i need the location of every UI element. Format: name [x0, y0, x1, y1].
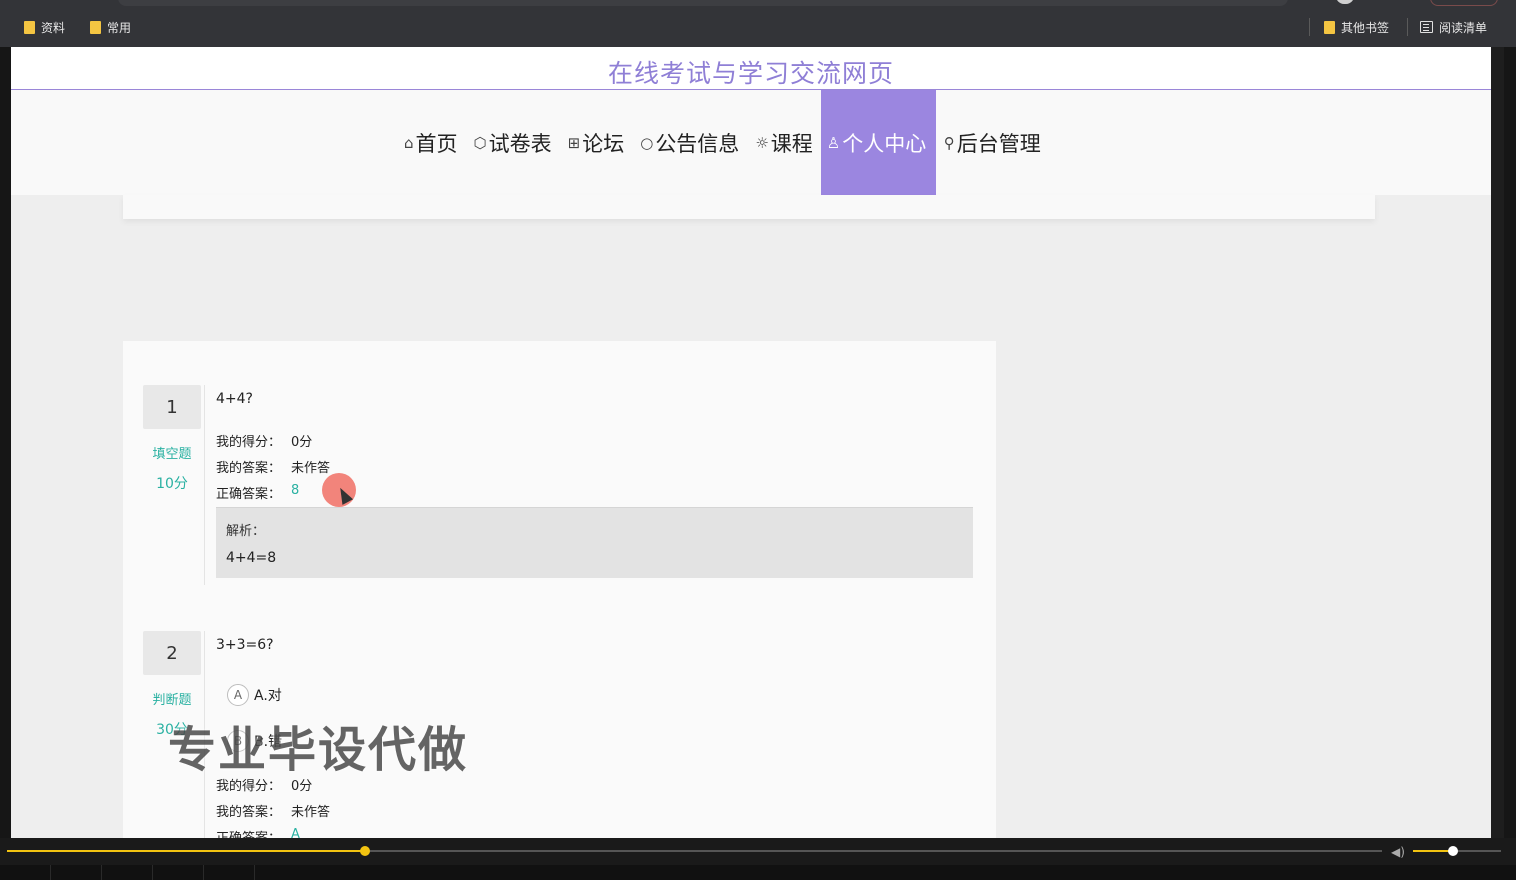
my-answer-row: 我的答案： 未作答 — [216, 457, 330, 476]
nav-label: 课程 — [770, 131, 813, 156]
folder-icon — [90, 20, 101, 34]
folder-icon — [1324, 20, 1335, 34]
player-tab[interactable] — [51, 865, 102, 880]
main-nav: ⌂ 首页 ⬡ 试卷表 ⊞ 论坛 ○ 公告信息 ☼ 课程 ♙ 个人中心 ⚲ 后台管… — [11, 90, 1491, 195]
my-answer-label: 我的答案： — [216, 461, 282, 476]
option-label: A.对 — [254, 688, 282, 704]
option-letter: A — [227, 684, 249, 706]
player-tab[interactable] — [0, 865, 51, 880]
nav-courses[interactable]: ☼ 课程 — [747, 90, 820, 195]
user-icon: ♙ — [826, 133, 841, 152]
question-type: 判断题 — [152, 693, 192, 708]
divider — [1407, 18, 1408, 36]
reading-list-button[interactable]: 阅读清单 — [1420, 18, 1487, 36]
question-number: 1 — [143, 385, 201, 429]
nav-label: 试卷表 — [488, 131, 552, 156]
nav-label: 论坛 — [582, 131, 625, 156]
bookmark-label: 资料 — [41, 20, 66, 35]
nav-panel-bottom — [123, 195, 1375, 219]
analysis-text: 4+4=8 — [226, 550, 277, 566]
my-score-label: 我的得分： — [216, 435, 282, 450]
circle-icon: ○ — [640, 133, 654, 152]
player-tab[interactable] — [102, 865, 153, 880]
nav-announcements[interactable]: ○ 公告信息 — [632, 90, 747, 195]
bookmark-folder-changyong[interactable]: 常用 — [90, 18, 131, 36]
divider — [204, 385, 205, 585]
my-answer-value: 未作答 — [291, 805, 331, 820]
nav-label: 个人中心 — [842, 131, 927, 156]
question-text: 3+3=6? — [216, 637, 274, 653]
correct-answer-row: 正确答案： 8 — [216, 483, 299, 502]
volume-handle[interactable] — [1448, 846, 1458, 856]
nav-home[interactable]: ⌂ 首页 — [396, 90, 466, 195]
question-text: 4+4? — [216, 391, 253, 407]
player-tab[interactable] — [153, 865, 204, 880]
nav-label: 后台管理 — [956, 131, 1041, 156]
bookmark-other[interactable]: 其他书签 — [1324, 18, 1389, 36]
my-answer-row: 我的答案： 未作答 — [216, 801, 330, 820]
address-bar[interactable] — [118, 0, 1288, 6]
profile-avatar[interactable] — [1336, 0, 1354, 4]
browser-menu-button[interactable] — [1430, 0, 1498, 6]
correct-answer-value: 8 — [291, 483, 300, 498]
player-tab[interactable] — [204, 865, 255, 880]
browser-toolbar: 资料 常用 其他书签 阅读清单 — [0, 0, 1516, 47]
bookmark-label: 常用 — [107, 20, 132, 35]
link-icon: ⚲ — [943, 133, 955, 152]
grid-icon: ⊞ — [567, 133, 581, 152]
nav-admin[interactable]: ⚲ 后台管理 — [936, 90, 1049, 195]
question-score: 10分 — [156, 476, 188, 492]
my-answer-label: 我的答案： — [216, 805, 282, 820]
player-tab-strip — [0, 865, 1516, 880]
analysis-box: 解析： 4+4=8 — [216, 507, 973, 578]
divider — [1309, 18, 1310, 36]
volume-fill — [1413, 850, 1453, 852]
correct-answer-row: 正确答案： A — [216, 827, 300, 838]
video-player-bar: ◀) — [0, 838, 1516, 880]
my-score-row: 我的得分： 0分 — [216, 431, 312, 450]
volume-icon[interactable]: ◀) — [1391, 845, 1405, 859]
site-title: 在线考试与学习交流网页 — [607, 59, 894, 88]
correct-answer-label: 正确答案： — [216, 827, 281, 838]
cube-icon: ⬡ — [473, 133, 487, 152]
analysis-label: 解析： — [226, 524, 266, 539]
folder-icon — [24, 20, 35, 34]
bookmark-folder-ziliao[interactable]: 资料 — [24, 18, 65, 36]
nav-label: 首页 — [415, 131, 458, 156]
bookmark-label: 阅读清单 — [1439, 20, 1488, 35]
my-score-value: 0分 — [291, 435, 313, 450]
nav-label: 公告信息 — [655, 131, 740, 156]
question-number: 2 — [143, 631, 201, 675]
site-header: 在线考试与学习交流网页 — [11, 47, 1491, 90]
bookmark-label: 其他书签 — [1341, 20, 1390, 35]
watermark-text: 专业毕设代做 — [168, 722, 469, 778]
nav-exam-papers[interactable]: ⬡ 试卷表 — [466, 90, 560, 195]
sun-icon: ☼ — [755, 133, 769, 152]
nav-personal-center[interactable]: ♙ 个人中心 — [820, 90, 936, 195]
window-edge — [0, 47, 11, 838]
option-a[interactable]: A A.对 — [227, 684, 282, 706]
nav-forum[interactable]: ⊞ 论坛 — [560, 90, 633, 195]
progress-fill — [7, 850, 365, 852]
window-edge — [1504, 47, 1516, 838]
reading-list-icon — [1420, 21, 1433, 33]
question-type: 填空题 — [152, 447, 192, 462]
correct-answer-label: 正确答案： — [216, 487, 282, 502]
progress-handle[interactable] — [360, 846, 370, 856]
correct-answer-value: A — [291, 827, 300, 838]
home-icon: ⌂ — [404, 133, 414, 152]
my-answer-value: 未作答 — [291, 461, 331, 476]
